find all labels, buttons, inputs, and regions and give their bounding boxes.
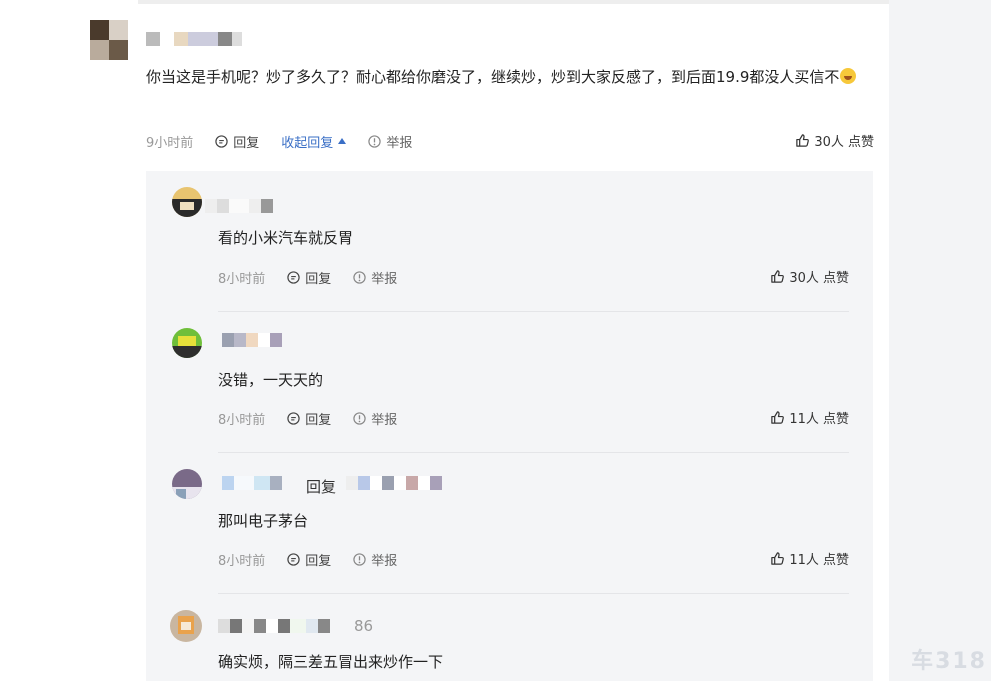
reply-icon [287,411,300,425]
thumbs-up-icon [796,134,810,147]
comment-text: 你当这是手机呢？炒了多久了？耐心都给你磨没了，继续炒，炒到大家反感了，到后面19… [146,65,886,90]
reply-text: 看的小米汽车就反胃 [218,229,354,247]
timestamp: 8小时前 [218,553,266,569]
timestamp: 8小时前 [218,412,266,428]
reply-icon [215,134,228,148]
divider [138,0,889,4]
comment-actions: 9小时前 回复 收起回复 举报 [146,131,434,151]
reply-text: 那叫电子茅台 [218,512,309,530]
thumbs-up-icon [771,411,785,424]
avatar[interactable] [172,328,202,358]
timestamp: 8小时前 [218,271,266,287]
timestamp: 9小时前 [146,135,194,151]
username-blurred[interactable] [222,333,282,349]
thumbs-up-icon [771,270,785,283]
reply-button[interactable]: 回复 [287,409,331,428]
avatar[interactable] [172,469,202,499]
divider [218,593,849,594]
like-button[interactable]: 30人 点赞 [795,131,874,150]
laughing-emoji-icon [840,68,857,84]
reply-button[interactable]: 回复 [215,132,259,151]
username-suffix: 86 [354,617,374,635]
reply-button[interactable]: 回复 [287,550,331,569]
like-button[interactable]: 30人 点赞 [770,267,849,286]
reply-icon [287,270,300,284]
report-icon [368,134,381,148]
avatar[interactable] [172,187,202,217]
username-blurred[interactable] [222,476,282,492]
reply-text: 没错，一天天的 [218,371,324,389]
report-button[interactable]: 举报 [353,409,397,428]
reply-button[interactable]: 回复 [287,268,331,287]
report-icon [353,552,366,566]
username-blurred[interactable] [146,32,242,48]
thumbs-up-icon [771,552,785,565]
report-button[interactable]: 举报 [353,268,397,287]
avatar[interactable] [170,610,202,642]
like-button[interactable]: 11人 点赞 [770,549,849,568]
reply-icon [287,552,300,566]
username-blurred[interactable] [205,199,273,215]
report-button[interactable]: 举报 [368,132,412,151]
divider [218,452,849,453]
reply-actions: 8小时前 回复 举报 [218,408,419,428]
report-button[interactable]: 举报 [353,550,397,569]
reply-text: 确实烦，隔三差五冒出来炒作一下 [218,653,444,671]
reply-to-label: 回复 [306,478,337,496]
reply-to-username-blurred[interactable] [346,476,442,492]
report-icon [353,270,366,284]
caret-up-icon [338,138,347,144]
username-blurred[interactable] [218,619,330,635]
report-icon [353,411,366,425]
avatar[interactable] [90,20,128,60]
collapse-replies-button[interactable]: 收起回复 [281,132,347,151]
like-button[interactable]: 11人 点赞 [770,408,849,427]
reply-actions: 8小时前 回复 举报 [218,549,419,569]
watermark-logo: 车318 [911,649,987,674]
reply-actions: 8小时前 回复 举报 [218,267,419,287]
divider [218,311,849,312]
